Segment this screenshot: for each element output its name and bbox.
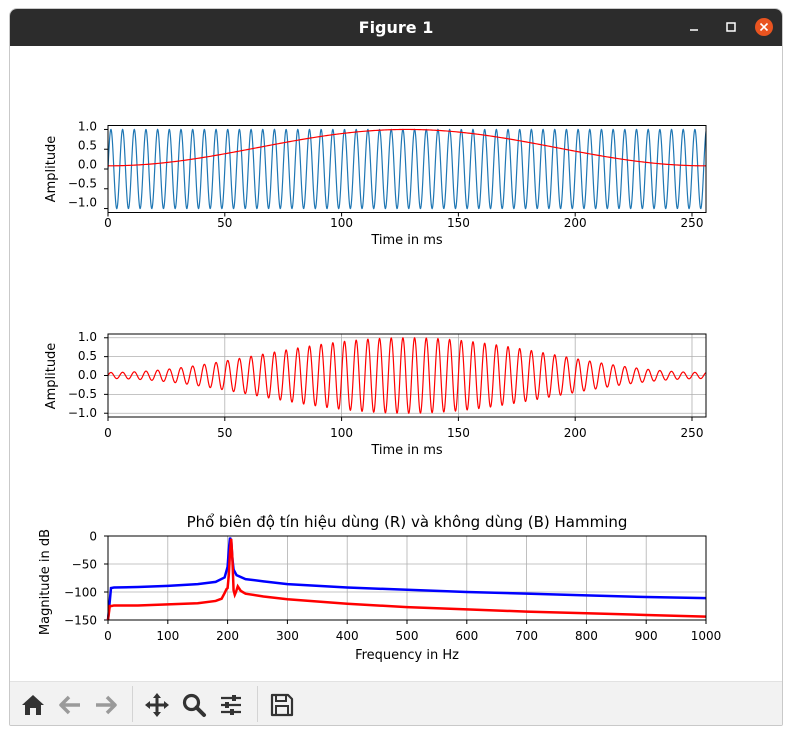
p3-xtick-label: 600: [455, 629, 478, 643]
p3-xtick-label: 800: [575, 629, 598, 643]
p1-ytick-label: 0.5: [78, 139, 97, 153]
p1-xlabel: Time in ms: [370, 233, 443, 248]
window-title: Figure 1: [358, 18, 434, 37]
p3-xtick-label: 100: [156, 629, 179, 643]
p1-ylabel: Amplitude: [44, 136, 59, 203]
p2-xlabel: Time in ms: [370, 443, 443, 458]
figure-window: Figure 1 1.0 0.5 0.0 −0.5 −1.0 0 50 100 …: [9, 8, 783, 726]
p3-xtick-label: 900: [635, 629, 658, 643]
p2-xtick-label: 50: [217, 426, 232, 440]
p3-tick-marks: [104, 535, 707, 624]
p3-ytick-label: −150: [64, 614, 97, 628]
maximize-icon[interactable]: [722, 18, 740, 36]
subplot-1: 1.0 0.5 0.0 −0.5 −1.0 0 50 100 150 200 2…: [44, 120, 707, 248]
p2-ytick-label: −1.0: [68, 406, 97, 420]
p2-ytick-label: −0.5: [68, 387, 97, 401]
close-icon[interactable]: [755, 18, 773, 36]
figure-canvas[interactable]: 1.0 0.5 0.0 −0.5 −1.0 0 50 100 150 200 2…: [10, 46, 782, 681]
p2-xtick-label: 0: [104, 426, 112, 440]
p3-ytick-label: −50: [72, 558, 97, 572]
forward-icon[interactable]: [92, 691, 120, 719]
p3-title: Phổ biên độ tín hiệu dùng (R) và không d…: [187, 513, 628, 531]
p1-ytick-label: 1.0: [78, 120, 97, 134]
p1-ytick-label: −1.0: [68, 196, 97, 210]
p3-xlabel: Frequency in Hz: [355, 648, 459, 663]
figure-plot: 1.0 0.5 0.0 −0.5 −1.0 0 50 100 150 200 2…: [38, 120, 721, 664]
p1-xtick-label: 50: [217, 216, 232, 230]
p3-ytick-label: −100: [64, 586, 97, 600]
p2-ytick-label: 0.0: [78, 368, 97, 382]
home-icon[interactable]: [19, 691, 47, 719]
p1-xtick-label: 0: [104, 216, 112, 230]
p1-xtick-label: 150: [447, 216, 470, 230]
p3-xtick-label: 0: [104, 629, 112, 643]
p2-xtick-label: 250: [681, 426, 704, 440]
p3-ytick-label: 0: [89, 530, 97, 544]
toolbar-separator: [257, 686, 258, 722]
p2-ytick-label: 0.5: [78, 349, 97, 363]
p1-xtick-label: 100: [330, 216, 353, 230]
p1-ytick-label: 0.0: [78, 158, 97, 172]
navigation-toolbar: [10, 681, 782, 725]
p3-xtick-label: 700: [515, 629, 538, 643]
p3-xtick-label: 1000: [691, 629, 722, 643]
p2-xtick-label: 200: [564, 426, 587, 440]
p3-xtick-label: 300: [276, 629, 299, 643]
p3-xtick-label: 200: [216, 629, 239, 643]
subplot-2: 1.0 0.5 0.0 −0.5 −1.0 0 50 100 150 200 2…: [44, 330, 707, 458]
p2-ytick-label: 1.0: [78, 330, 97, 344]
configure-subplots-icon[interactable]: [217, 691, 245, 719]
toolbar-separator: [132, 686, 133, 722]
save-icon[interactable]: [268, 691, 296, 719]
p3-xtick-label: 400: [336, 629, 359, 643]
subplot-3: Phổ biên độ tín hiệu dùng (R) và không d…: [38, 513, 721, 663]
p1-xtick-label: 200: [564, 216, 587, 230]
pan-icon[interactable]: [143, 691, 171, 719]
p3-ylabel: Magnitude in dB: [38, 529, 53, 635]
zoom-icon[interactable]: [180, 691, 208, 719]
p1-xtick-label: 250: [681, 216, 704, 230]
title-bar[interactable]: Figure 1: [10, 9, 782, 46]
p2-ylabel: Amplitude: [44, 343, 59, 410]
minimize-icon[interactable]: [685, 18, 703, 36]
p2-xtick-label: 150: [447, 426, 470, 440]
p3-xtick-label: 500: [396, 629, 419, 643]
p2-xtick-label: 100: [330, 426, 353, 440]
p1-ytick-label: −0.5: [68, 177, 97, 191]
back-icon[interactable]: [56, 691, 84, 719]
